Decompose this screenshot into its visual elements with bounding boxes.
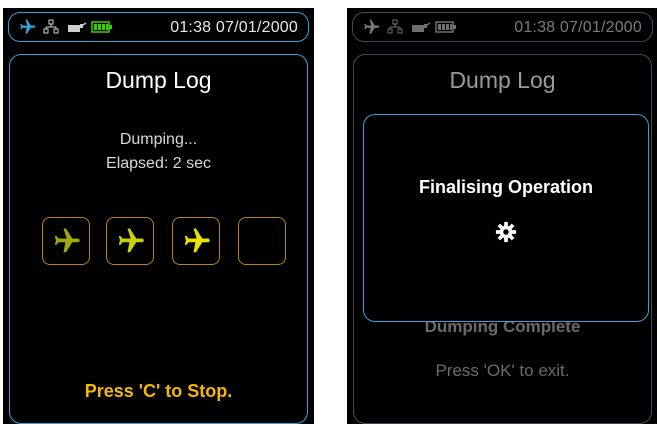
page-title: Dump Log [105, 67, 212, 93]
plug-icon [412, 22, 431, 32]
airplane-icon [20, 19, 36, 34]
progress-indicator [42, 217, 292, 267]
network-icon [387, 19, 403, 34]
finalising-dialog: Finalising Operation [363, 114, 649, 322]
clock-readout: 01:38 07/01/2000 [514, 19, 642, 36]
status-bar: 01:38 07/01/2000 [352, 12, 653, 42]
page-title: Dump Log [449, 67, 556, 93]
clock-readout: 01:38 07/01/2000 [170, 19, 298, 36]
progress-tile-1 [42, 217, 90, 265]
status-bar: 01:38 07/01/2000 [8, 12, 309, 42]
left-device-screen: 01:38 07/01/2000 Dump Log Dumping... Ela… [3, 8, 314, 424]
exit-hint: Press 'OK' to exit. [435, 361, 570, 380]
stop-hint: Press 'C' to Stop. [84, 381, 233, 401]
right-device-screen: 01:38 07/01/2000 Dump Log Dumping Comple… [347, 8, 657, 424]
progress-tile-3 [172, 217, 220, 265]
plug-icon [68, 22, 87, 32]
battery-icon [91, 21, 112, 33]
progress-tile-2 [106, 217, 154, 265]
elapsed-time-text: Elapsed: 2 sec [106, 155, 211, 172]
gear-icon [495, 221, 517, 243]
main-panel: Dump Log Dumping... Elapsed: 2 sec Press [9, 54, 308, 424]
dump-status-text: Dumping... [119, 131, 198, 148]
airplane-icon [184, 228, 210, 253]
progress-tile-4 [238, 217, 286, 265]
airplane-icon [364, 19, 380, 34]
network-icon [43, 19, 59, 34]
battery-icon [435, 21, 456, 33]
dialog-title: Finalising Operation [418, 177, 593, 197]
airplane-icon [54, 228, 80, 253]
airplane-icon [118, 228, 144, 253]
